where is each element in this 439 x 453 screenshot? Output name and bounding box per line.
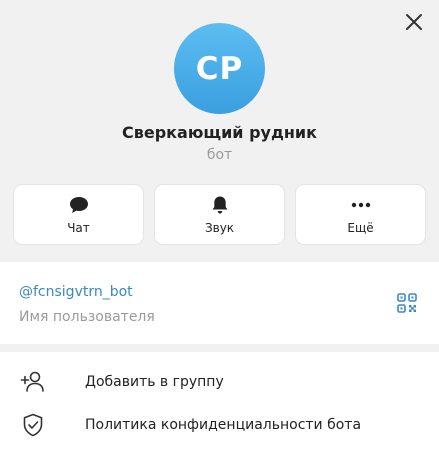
close-icon[interactable]	[403, 11, 425, 33]
sound-button[interactable]: Звук	[154, 184, 285, 245]
bell-icon	[209, 194, 231, 216]
menu-list: Добавить в группу Политика конфиденциаль…	[0, 352, 439, 453]
more-button-label: Ещё	[347, 221, 374, 235]
chat-bubble-icon	[68, 194, 90, 216]
action-buttons: Чат Звук Ещё	[13, 184, 426, 245]
qr-code-icon[interactable]	[397, 293, 417, 313]
profile-header: СР Сверкающий рудник бот Чат Звук Ещё	[0, 0, 439, 262]
avatar: СР	[174, 23, 265, 114]
section-divider	[0, 344, 439, 352]
privacy-policy-item[interactable]: Политика конфиденциальности бота	[0, 403, 439, 446]
add-to-group-label: Добавить в группу	[85, 373, 224, 390]
username-section: @fcnsigvtrn_bot Имя пользователя	[0, 262, 439, 344]
avatar-initials: СР	[195, 50, 244, 87]
chat-button-label: Чат	[67, 221, 90, 235]
profile-subtitle: бот	[206, 147, 233, 163]
privacy-policy-label: Политика конфиденциальности бота	[85, 416, 362, 433]
add-user-icon	[20, 369, 46, 395]
more-button[interactable]: Ещё	[295, 184, 426, 245]
add-to-group-item[interactable]: Добавить в группу	[0, 360, 439, 403]
username-link[interactable]: @fcnsigvtrn_bot	[19, 284, 133, 300]
profile-name: Сверкающий рудник	[122, 123, 317, 142]
sound-button-label: Звук	[204, 221, 235, 235]
more-dots-icon	[350, 194, 372, 216]
profile-panel: СР Сверкающий рудник бот Чат Звук Ещё @f…	[0, 0, 439, 453]
chat-button[interactable]: Чат	[13, 184, 144, 245]
shield-check-icon	[20, 412, 46, 438]
username-caption: Имя пользователя	[19, 309, 155, 325]
